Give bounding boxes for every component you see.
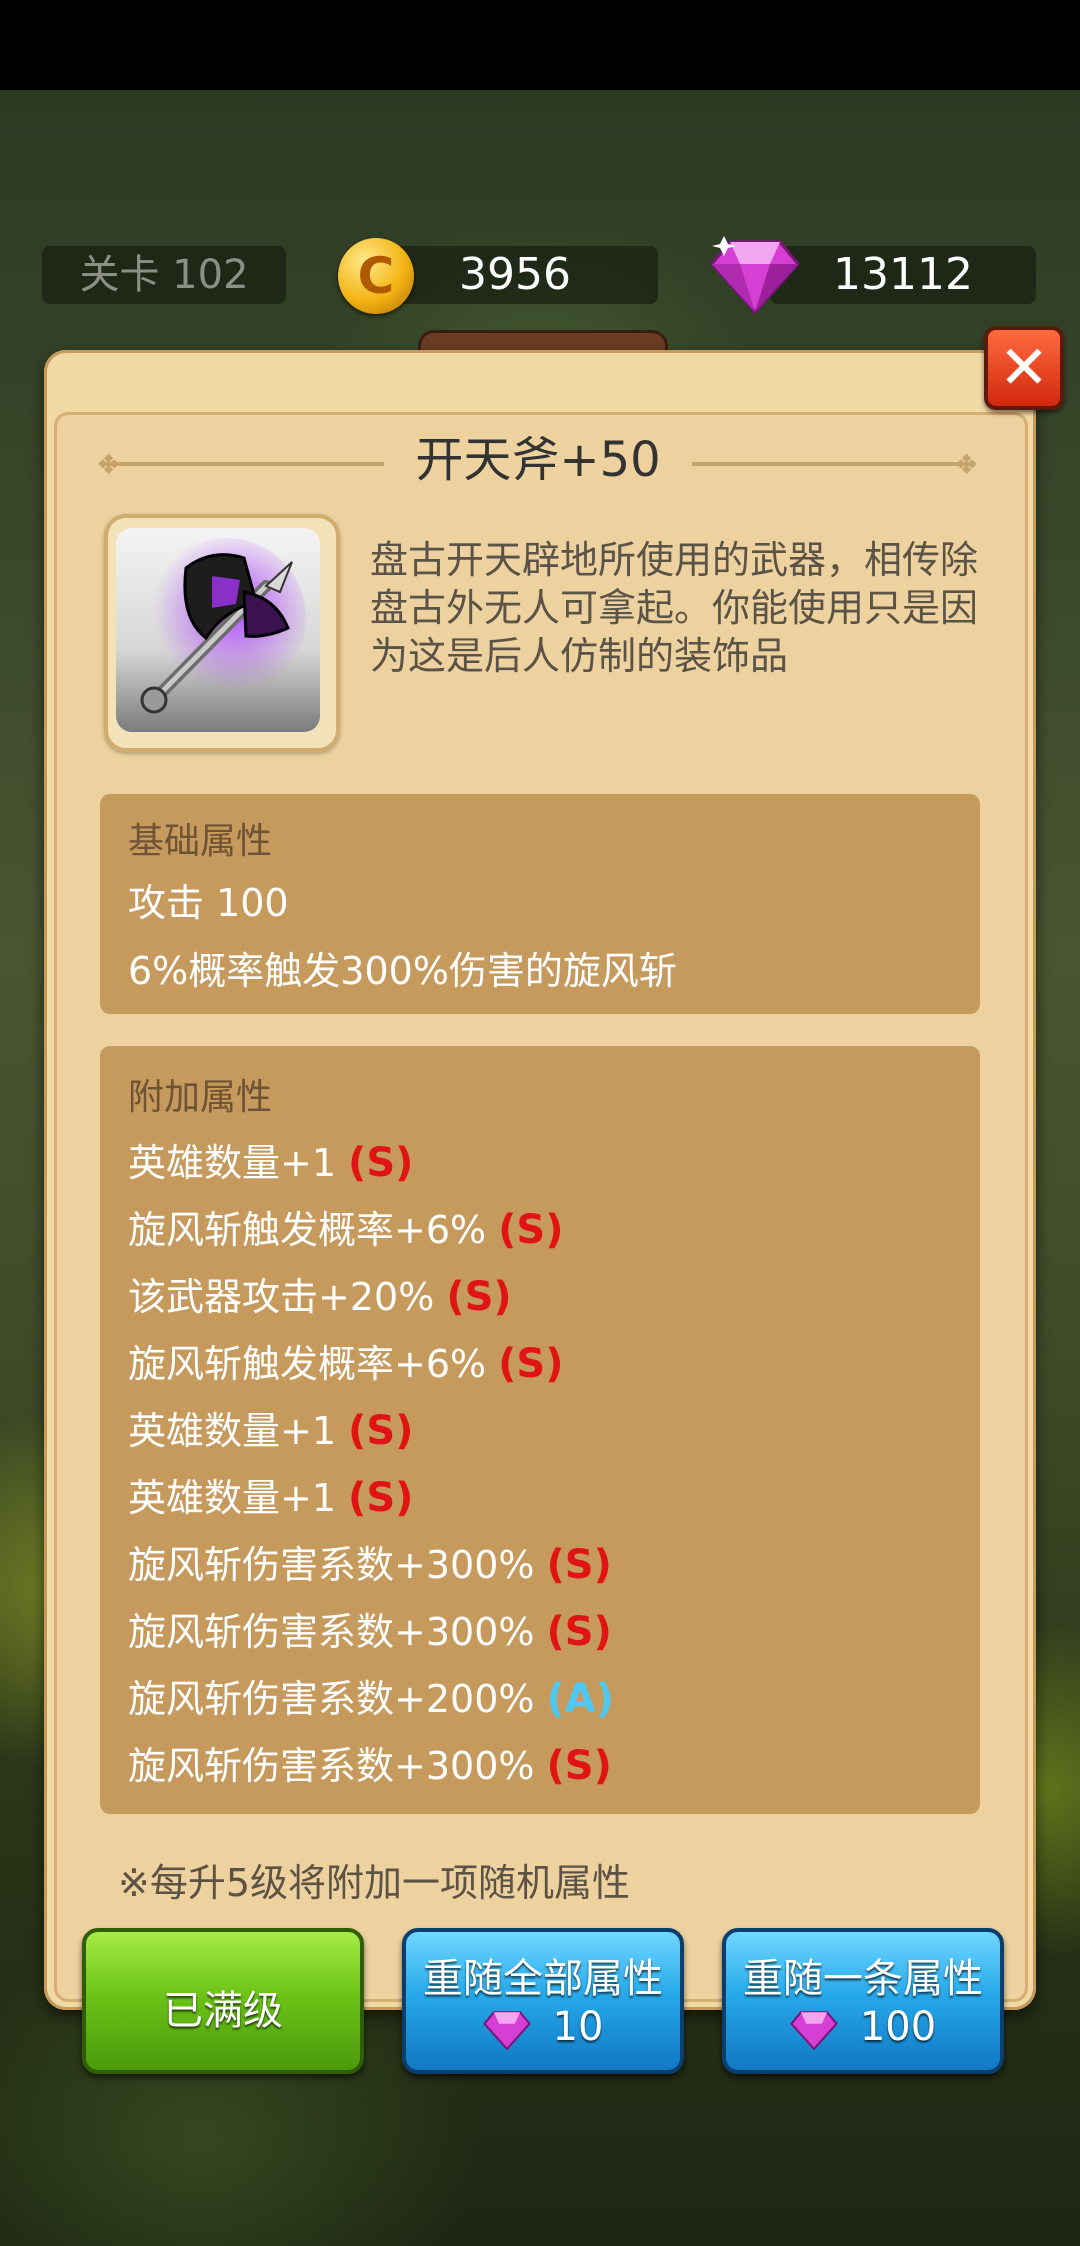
grade-badge: (S) [546,1743,612,1789]
reroll-one-cost: 100 [859,2004,937,2050]
grade-badge: (A) [546,1676,615,1722]
ornament-left-icon: ❖ [96,448,122,481]
grade-badge: (S) [446,1274,512,1320]
close-icon: ✕ [998,333,1050,403]
extra-attribute-line: 英雄数量+1 (S) [128,1467,413,1522]
attribute-text: 旋风斩伤害系数+300% [128,1744,535,1788]
extra-attribute-line: 旋风斩伤害系数+300% (S) [128,1735,612,1790]
attribute-text: 旋风斩触发概率+6% [128,1208,487,1252]
title-divider-left [104,462,384,466]
grade-badge: (S) [498,1207,564,1253]
extra-attributes: 附加属性 英雄数量+1 (S) 旋风斩触发概率+6% (S) 该武器攻击+20% (S… [100,1046,980,1814]
extra-attribute-line: 英雄数量+1 (S) [128,1132,413,1187]
reroll-all-label: 重随全部属性 [423,1956,663,2002]
gem-amount: 13112 [833,249,973,300]
max-level-label: 已满级 [163,1988,283,2034]
gem-icon [789,2011,838,2051]
attribute-text: 旋风斩触发概率+6% [128,1342,487,1386]
item-title: 开天斧+50 [415,432,661,488]
attribute-text: 旋风斩伤害系数+200% [128,1677,535,1721]
reroll-one-cost-row: 100 [726,2004,1000,2051]
status-bar [0,0,1080,90]
grade-badge: (S) [546,1542,612,1588]
ornament-right-icon: ❖ [954,448,980,481]
reroll-all-cost: 10 [552,2004,604,2050]
coin-icon: C [338,238,414,314]
gem-icon [482,2011,531,2051]
extra-attributes-header: 附加属性 [128,1077,273,1118]
attribute-text: 旋风斩伤害系数+300% [128,1543,535,1587]
grade-badge: (S) [348,1475,414,1521]
extra-attribute-line: 旋风斩伤害系数+300% (S) [128,1534,612,1589]
attribute-text: 旋风斩伤害系数+300% [128,1610,535,1654]
extra-attribute-line: 英雄数量+1 (S) [128,1400,413,1455]
stage-indicator: 关卡 102 [42,246,286,304]
gem-counter: 13112 [770,246,1036,304]
attribute-text: 英雄数量+1 [128,1476,337,1520]
stage-label: 关卡 102 [79,252,249,298]
reroll-all-button[interactable]: 重随全部属性 10 [402,1928,684,2074]
basic-attribute-line: 攻击 100 [128,881,289,925]
basic-attributes: 基础属性 攻击 100 6%概率触发300%伤害的旋风斩 [100,794,980,1014]
close-button[interactable]: ✕ [984,326,1064,410]
extra-attribute-line: 旋风斩触发概率+6% (S) [128,1333,564,1388]
battle-axe-icon [140,538,306,714]
attribute-text: 该武器攻击+20% [128,1275,435,1319]
coin-counter: 3956 [372,246,658,304]
grade-badge: (S) [348,1408,414,1454]
grade-badge: (S) [546,1609,612,1655]
basic-attribute-line: 6%概率触发300%伤害的旋风斩 [128,949,677,993]
item-image [116,528,320,732]
attribute-text: 英雄数量+1 [128,1409,337,1453]
reroll-one-label: 重随一条属性 [743,1956,983,2002]
attribute-text: 英雄数量+1 [128,1141,337,1185]
item-description: 盘古开天辟地所使用的武器，相传除盘古外无人可拿起。你能使用只是因为这是后人仿制的… [370,538,979,678]
extra-attribute-line: 旋风斩伤害系数+300% (S) [128,1601,612,1656]
basic-attributes-header: 基础属性 [128,821,273,862]
reroll-one-button[interactable]: 重随一条属性 100 [722,1928,1004,2074]
grade-badge: (S) [348,1140,414,1186]
upgrade-note: ※每升5级将附加一项随机属性 [118,1861,631,1905]
reroll-all-cost-row: 10 [406,2004,680,2051]
extra-attribute-line: 旋风斩触发概率+6% (S) [128,1199,564,1254]
grade-badge: (S) [498,1341,564,1387]
max-level-button[interactable]: 已满级 [82,1928,364,2074]
coin-amount: 3956 [459,249,571,300]
extra-attribute-line: 旋风斩伤害系数+200% (A) [128,1668,614,1723]
extra-attribute-line: 该武器攻击+20% (S) [128,1266,512,1321]
gem-icon [710,236,800,315]
title-divider-right [692,462,972,466]
